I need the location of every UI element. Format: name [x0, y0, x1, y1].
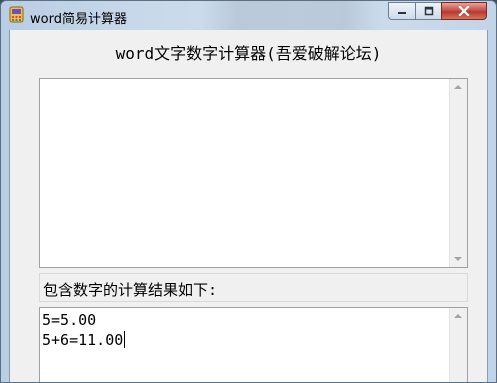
result-line-with-caret: 5+6=11.00 [42, 330, 126, 350]
client-area: word文字数字计算器(吾爱破解论坛) 包含数字的计算结果如下: 5=5.00 … [9, 30, 488, 382]
input-textarea[interactable] [39, 78, 468, 268]
result-line: 5+6=11.00 [42, 331, 124, 349]
result-lines: 5=5.00 5+6=11.00 [42, 310, 126, 350]
text-caret [124, 331, 126, 348]
maximize-button[interactable] [415, 2, 441, 20]
result-label: 包含数字的计算结果如下: [43, 281, 218, 299]
input-scrollbar[interactable] [449, 79, 467, 267]
scroll-down-icon[interactable] [454, 257, 462, 261]
result-scrollbar[interactable] [449, 308, 467, 382]
result-textarea[interactable]: 5=5.00 5+6=11.00 [39, 307, 468, 382]
title-bar-background [201, 1, 381, 30]
page-title: word文字数字计算器(吾爱破解论坛) [115, 44, 382, 63]
result-line: 5=5.00 [42, 311, 97, 329]
window-title: word简易计算器 [30, 12, 127, 27]
close-icon [458, 6, 470, 16]
close-button[interactable] [441, 2, 487, 20]
maximize-icon [424, 6, 433, 16]
scroll-up-icon[interactable] [454, 85, 462, 89]
title-bar[interactable]: word简易计算器 [1, 1, 496, 30]
minimize-button[interactable] [388, 2, 415, 20]
scroll-up-icon[interactable] [454, 314, 462, 318]
minimize-icon [398, 12, 406, 14]
app-icon[interactable] [8, 6, 25, 23]
app-window: word简易计算器 word文字数字计算器(吾爱破解论坛) 包含数字的计算结果如… [0, 0, 497, 383]
result-label-panel: 包含数字的计算结果如下: [39, 273, 468, 302]
